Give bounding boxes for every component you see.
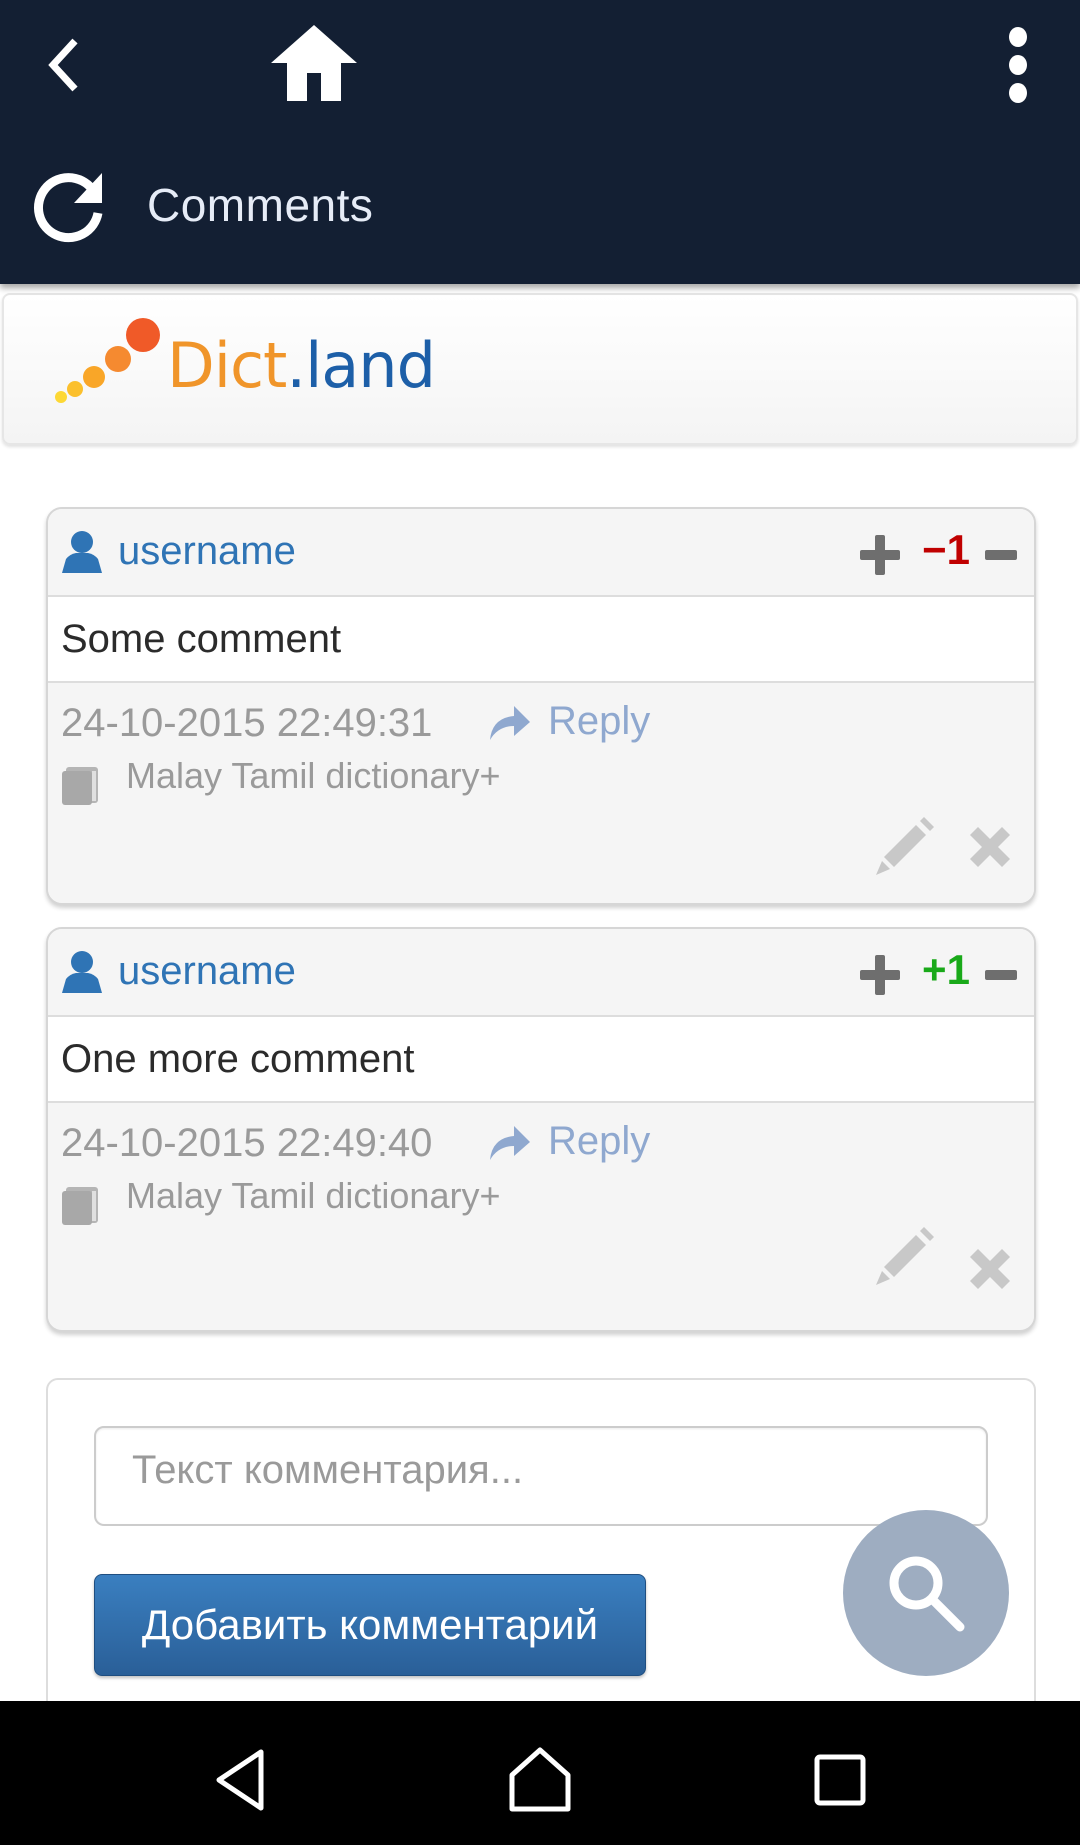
comment-text: One more comment — [61, 1037, 415, 1081]
reply-label: Reply — [548, 1119, 651, 1163]
comment-footer: 24-10-2015 22:49:31 Reply Malay Tamil di… — [48, 683, 1034, 903]
share-arrow-icon — [490, 705, 530, 740]
nav-recent-apps-button[interactable] — [805, 1745, 875, 1815]
upvote-plus-icon[interactable] — [858, 953, 902, 997]
logo-dots-icon — [55, 318, 160, 403]
downvote-minus-icon[interactable] — [983, 533, 1019, 577]
reply-button[interactable]: Reply — [488, 1119, 650, 1164]
vote-score: +1 — [922, 946, 970, 993]
share-arrow-icon — [490, 1125, 530, 1160]
upvote-plus-icon[interactable] — [858, 533, 902, 577]
vote-score: −1 — [922, 526, 970, 573]
comment-text: Some comment — [61, 617, 342, 661]
add-comment-button[interactable]: Добавить комментарий — [94, 1574, 646, 1676]
chevron-left-icon — [48, 38, 78, 92]
comment-body: One more comment — [48, 1017, 1034, 1103]
nav-home-icon — [509, 1747, 571, 1812]
nav-recent-apps-icon — [814, 1754, 866, 1806]
delete-x-icon[interactable] — [964, 1243, 1016, 1295]
username-link[interactable]: username — [118, 949, 296, 994]
comment-date: 24-10-2015 22:49:40 — [61, 1121, 433, 1165]
refresh-button[interactable] — [28, 160, 112, 250]
delete-x-icon[interactable] — [964, 821, 1016, 873]
nav-back-button[interactable] — [206, 1745, 276, 1815]
page-title: Comments — [147, 179, 374, 231]
more-vertical-icon — [1009, 27, 1027, 103]
comment-card: username +1 One more comment 24-10-2015 … — [46, 927, 1036, 1332]
reply-label: Reply — [548, 699, 651, 743]
user-icon — [62, 951, 102, 993]
comment-text-input[interactable] — [94, 1426, 988, 1526]
edit-pencil-icon[interactable] — [874, 1223, 940, 1289]
reply-button[interactable]: Reply — [488, 699, 650, 744]
comment-card: username −1 Some comment 24-10-2015 22:4… — [46, 507, 1036, 905]
home-icon — [271, 25, 357, 101]
app-bar: Comments — [0, 0, 1080, 284]
book-icon — [62, 767, 98, 805]
comment-dictionary: Malay Tamil dictionary+ — [126, 755, 501, 796]
comment-dictionary: Malay Tamil dictionary+ — [126, 1175, 501, 1216]
search-fab-button[interactable] — [843, 1510, 1009, 1676]
home-button[interactable] — [262, 18, 366, 108]
search-icon — [889, 1556, 965, 1632]
system-nav-bar — [0, 1701, 1080, 1845]
logo-banner[interactable]: Dict.land — [2, 293, 1078, 445]
comment-header: username −1 — [48, 509, 1034, 597]
overflow-menu-button[interactable] — [990, 20, 1046, 110]
book-icon — [62, 1187, 98, 1225]
edit-pencil-icon[interactable] — [874, 813, 940, 879]
back-button[interactable] — [30, 20, 100, 110]
nav-home-button[interactable] — [505, 1745, 575, 1815]
refresh-icon — [34, 173, 103, 243]
user-icon — [62, 531, 102, 573]
logo-text: Dict.land — [167, 329, 436, 402]
comment-date: 24-10-2015 22:49:31 — [61, 701, 433, 745]
username-link[interactable]: username — [118, 529, 296, 574]
downvote-minus-icon[interactable] — [983, 953, 1019, 997]
nav-back-icon — [216, 1749, 264, 1811]
comment-footer: 24-10-2015 22:49:40 Reply Malay Tamil di… — [48, 1103, 1034, 1328]
comment-body: Some comment — [48, 597, 1034, 683]
comment-header: username +1 — [48, 929, 1034, 1017]
